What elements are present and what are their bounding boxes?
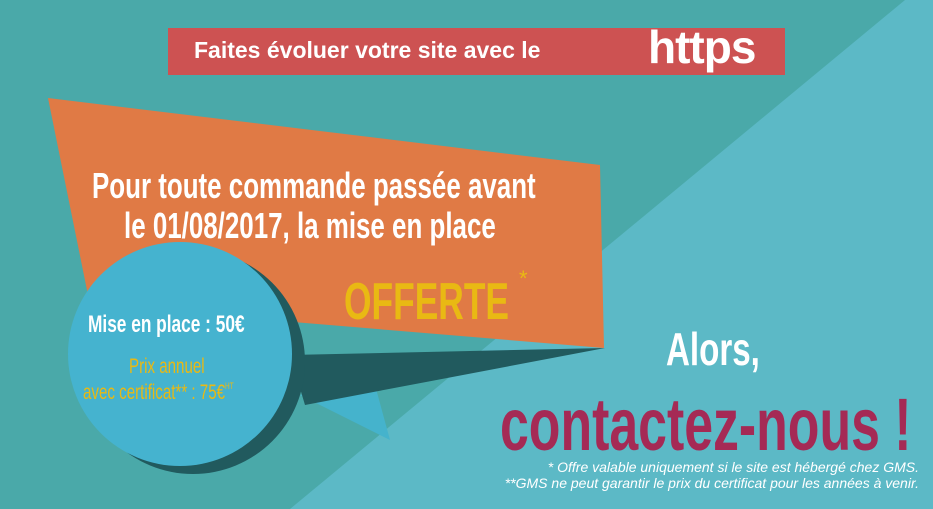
annual-price-line-2: avec certificat** : 75€HT [83,381,234,405]
annual-price-line-1: Prix annuel [129,355,205,378]
footnote-1: * Offre valable uniquement si le site es… [547,459,919,475]
promo-line-2: le 01/08/2017, la mise en place [124,205,496,246]
footnote-2: **GMS ne peut garantir le prix du certif… [504,475,919,491]
banner-text: Faites évoluer votre site avec le [194,37,541,63]
promo-line-1: Pour toute commande passée avant [92,165,536,206]
header-banner: Faites évoluer votre site avec le https [168,21,785,75]
annual-price-text: avec certificat** : 75€ [83,381,226,404]
setup-price: Mise en place : 50€ [88,311,245,338]
tax-label: HT [225,381,234,391]
https-logo: https [648,21,756,73]
contact-us-cta[interactable]: contactez-nous ! [500,382,912,467]
offer-asterisk: * [519,266,528,291]
cta-line-1: Alors, [666,323,760,375]
price-circle [68,242,292,466]
offer-text: OFFERTE [344,273,510,331]
